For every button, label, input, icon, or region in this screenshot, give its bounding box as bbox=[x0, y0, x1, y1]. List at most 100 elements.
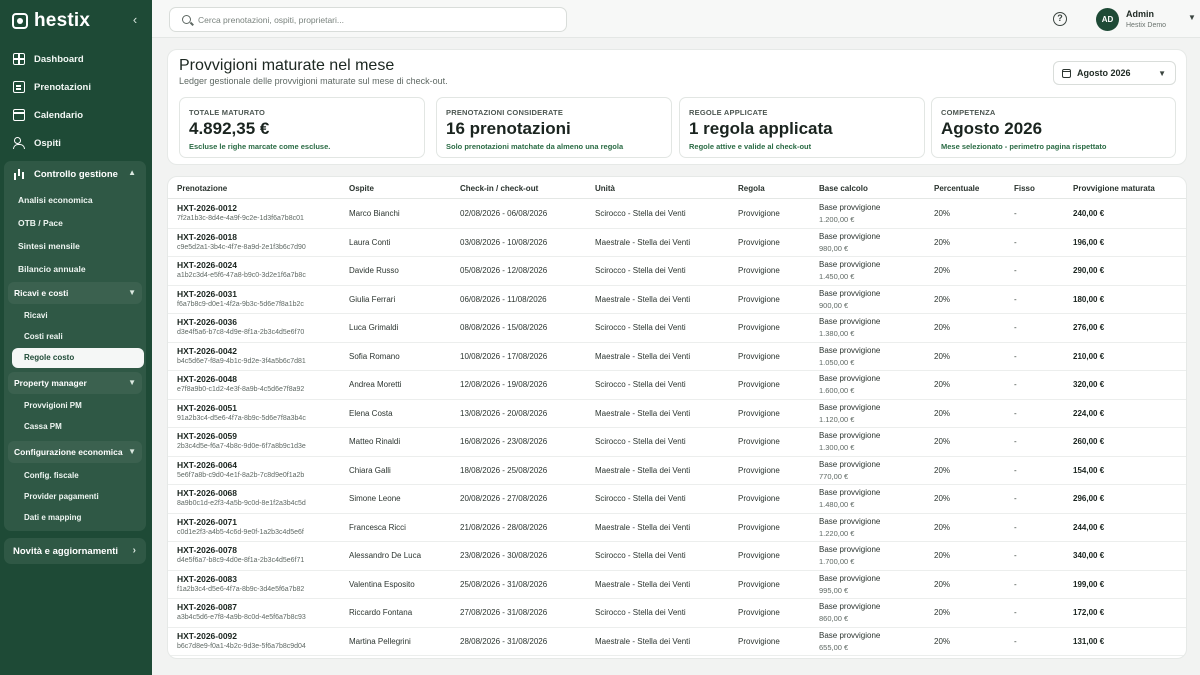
booking-code[interactable]: HXT-2026-0042 bbox=[177, 346, 237, 356]
nav-ricavi-e-costi[interactable]: Ricavi e costi ▼ bbox=[8, 282, 142, 304]
column-header[interactable]: Prenotazione bbox=[177, 184, 227, 193]
table-row[interactable]: HXT-2026-0036 d3e4f5a6-b7c8-4d9e-8f1a-2b3… bbox=[168, 314, 1186, 343]
unit-name: Scirocco - Stella dei Venti bbox=[595, 380, 686, 389]
search-input[interactable] bbox=[198, 13, 558, 27]
commission-amount: 296,00 € bbox=[1073, 494, 1105, 503]
nav-analisi-economica[interactable]: Analisi economica bbox=[18, 191, 93, 209]
table-row[interactable]: HXT-2026-0071 c0d1e2f3-a4b5-4c6d-9e0f-1a2… bbox=[168, 514, 1186, 542]
fixed-amount: - bbox=[1014, 579, 1017, 589]
fixed-amount: - bbox=[1014, 237, 1017, 247]
user-name[interactable]: Admin bbox=[1126, 9, 1154, 19]
booking-code[interactable]: HXT-2026-0051 bbox=[177, 403, 237, 413]
table-row[interactable]: HXT-2026-0078 d4e5f6a7-b8c9-4d0e-8f1a-2b3… bbox=[168, 542, 1186, 571]
rule-name: Provvigione bbox=[738, 465, 780, 475]
rule-name: Provvigione bbox=[738, 579, 780, 589]
table-row[interactable]: HXT-2026-0024 a1b2c3d4-e5f6-47a8-b9c0-3d2… bbox=[168, 257, 1186, 286]
booking-code[interactable]: HXT-2026-0092 bbox=[177, 631, 237, 641]
nav-dati-e-mapping[interactable]: Dati e mapping bbox=[24, 509, 81, 527]
booking-code[interactable]: HXT-2026-0031 bbox=[177, 289, 237, 299]
rule-name: Provvigione bbox=[738, 636, 780, 646]
unit-name: Scirocco - Stella dei Venti bbox=[595, 266, 686, 275]
help-icon[interactable]: ? bbox=[1053, 12, 1067, 26]
table-row[interactable]: HXT-2026-0042 b4c5d6e7-f8a9-4b1c-9d2e-3f4… bbox=[168, 343, 1186, 371]
booking-code[interactable]: HXT-2026-0087 bbox=[177, 602, 237, 612]
percentage: 20% bbox=[934, 636, 951, 646]
table-row[interactable]: HXT-2026-0068 8a9b0c1d-e2f3-4a5b-9c0d-8e1… bbox=[168, 485, 1186, 514]
table-row[interactable]: HXT-2026-0048 e7f8a9b0-c1d2-4e3f-8a9b-4c5… bbox=[168, 371, 1186, 400]
nav-dashboard[interactable]: Dashboard bbox=[4, 46, 146, 72]
column-header[interactable]: Provvigione maturata bbox=[1073, 184, 1155, 193]
nav-cassa-pm[interactable]: Cassa PM bbox=[24, 418, 62, 436]
booking-code[interactable]: HXT-2026-0064 bbox=[177, 460, 237, 470]
nav-calendario[interactable]: Calendario bbox=[4, 102, 146, 128]
fixed-amount: - bbox=[1014, 608, 1017, 617]
table-row[interactable]: HXT-2026-0059 2b3c4d5e-f6a7-4b8c-9d0e-6f7… bbox=[168, 428, 1186, 457]
stay-dates: 10/08/2026 - 17/08/2026 bbox=[460, 351, 548, 361]
column-header[interactable]: Ospite bbox=[349, 184, 374, 193]
chevron-right-icon: › bbox=[132, 545, 136, 556]
column-header[interactable]: Percentuale bbox=[934, 184, 979, 193]
kpi-value: 1 regola applicata bbox=[689, 119, 833, 138]
nav-ricavi[interactable]: Ricavi bbox=[24, 307, 48, 325]
base-value: 1.120,00 € bbox=[819, 414, 855, 424]
guest-name: Riccardo Fontana bbox=[349, 608, 413, 617]
nav-otb-pace[interactable]: OTB / Pace bbox=[18, 214, 63, 232]
stay-dates: 08/08/2026 - 15/08/2026 bbox=[460, 323, 548, 332]
nav-controllo-gestione[interactable]: Controllo gestione ▲ bbox=[4, 161, 146, 187]
rule-name: Provvigione bbox=[738, 351, 780, 361]
table-row[interactable]: HXT-2026-0087 a3b4c5d6-e7f8-4a9b-8c0d-4e5… bbox=[168, 599, 1186, 628]
booking-code[interactable]: HXT-2026-0083 bbox=[177, 574, 237, 584]
fixed-amount: - bbox=[1014, 380, 1017, 389]
table-row[interactable]: HXT-2026-0031 f6a7b8c9-d0e1-4f2a-9b3c-5d6… bbox=[168, 286, 1186, 314]
booking-code[interactable]: HXT-2026-0048 bbox=[177, 374, 237, 384]
commission-amount: 340,00 € bbox=[1073, 551, 1105, 560]
column-header[interactable]: Base calcolo bbox=[819, 184, 868, 193]
percentage: 20% bbox=[934, 380, 951, 389]
booking-code[interactable]: HXT-2026-0071 bbox=[177, 517, 237, 527]
table-row[interactable]: HXT-2026-0051 91a2b3c4-d5e6-4f7a-8b9c-5d6… bbox=[168, 400, 1186, 428]
month-select[interactable]: Agosto 2026 ▼ bbox=[1053, 61, 1176, 85]
booking-code[interactable]: HXT-2026-0078 bbox=[177, 545, 237, 555]
stay-dates: 25/08/2026 - 31/08/2026 bbox=[460, 579, 548, 589]
nav-novita-aggiornamenti[interactable]: Novità e aggiornamenti › bbox=[4, 538, 146, 564]
nav-provider-pagamenti[interactable]: Provider pagamenti bbox=[24, 488, 99, 506]
column-header[interactable]: Unità bbox=[595, 184, 615, 193]
fixed-amount: - bbox=[1014, 323, 1017, 332]
nav-sintesi-mensile[interactable]: Sintesi mensile bbox=[18, 237, 80, 255]
column-header[interactable]: Fisso bbox=[1014, 184, 1035, 193]
booking-code[interactable]: HXT-2026-0059 bbox=[177, 431, 237, 441]
booking-code[interactable]: HXT-2026-0068 bbox=[177, 488, 237, 498]
kpi-totale-maturato: TOTALE MATURATO 4.892,35 € Escluse le ri… bbox=[179, 97, 425, 158]
brand[interactable]: hestix bbox=[12, 10, 90, 32]
search-box[interactable] bbox=[169, 7, 567, 32]
nav-regole-costo[interactable]: Regole costo bbox=[12, 348, 144, 368]
table-row[interactable]: HXT-2026-0012 7f2a1b3c-8d4e-4a9f-9c2e-1d3… bbox=[168, 200, 1186, 229]
collapse-sidebar-button[interactable]: ‹ bbox=[128, 12, 142, 28]
nav-configurazione-economica[interactable]: Configurazione economica ▼ bbox=[8, 441, 142, 463]
calendar-icon bbox=[1062, 68, 1071, 78]
avatar[interactable]: AD bbox=[1096, 8, 1119, 31]
nav-provvigioni-pm[interactable]: Provvigioni PM bbox=[24, 397, 82, 415]
commission-amount: 260,00 € bbox=[1073, 437, 1105, 446]
nav-prenotazioni[interactable]: Prenotazioni bbox=[4, 74, 146, 100]
nav-ospiti[interactable]: Ospiti bbox=[4, 130, 146, 156]
topbar: ? AD Admin Hestix Demo ▼ bbox=[152, 0, 1200, 38]
user-org: Hestix Demo bbox=[1126, 22, 1167, 29]
booking-code[interactable]: HXT-2026-0036 bbox=[177, 317, 237, 327]
nav-property-manager[interactable]: Property manager ▼ bbox=[8, 372, 142, 394]
nav-costi-reali[interactable]: Costi reali bbox=[24, 328, 63, 346]
booking-code[interactable]: HXT-2026-0024 bbox=[177, 260, 237, 270]
kpi-value: Agosto 2026 bbox=[941, 119, 1043, 138]
column-header[interactable]: Check-in / check-out bbox=[460, 184, 538, 193]
table-row[interactable]: HXT-2026-0018 c9e5d2a1-3b4c-4f7e-8a9d-2e1… bbox=[168, 229, 1186, 257]
nav-config-fiscale[interactable]: Config. fiscale bbox=[24, 467, 79, 485]
booking-code[interactable]: HXT-2026-0018 bbox=[177, 232, 237, 242]
chevron-down-icon[interactable]: ▼ bbox=[1188, 13, 1196, 22]
nav-bilancio-annuale[interactable]: Bilancio annuale bbox=[18, 260, 86, 278]
table-row[interactable]: HXT-2026-0064 5e6f7a8b-c9d0-4e1f-8a2b-7c8… bbox=[168, 457, 1186, 485]
booking-code[interactable]: HXT-2026-0012 bbox=[177, 203, 237, 213]
fixed-amount: - bbox=[1014, 465, 1017, 475]
table-row[interactable]: HXT-2026-0083 f1a2b3c4-d5e6-4f7a-8b9c-3d4… bbox=[168, 571, 1186, 599]
column-header[interactable]: Regola bbox=[738, 184, 765, 193]
table-row[interactable]: HXT-2026-0092 b6c7d8e9-f0a1-4b2c-9d3e-5f6… bbox=[168, 628, 1186, 656]
